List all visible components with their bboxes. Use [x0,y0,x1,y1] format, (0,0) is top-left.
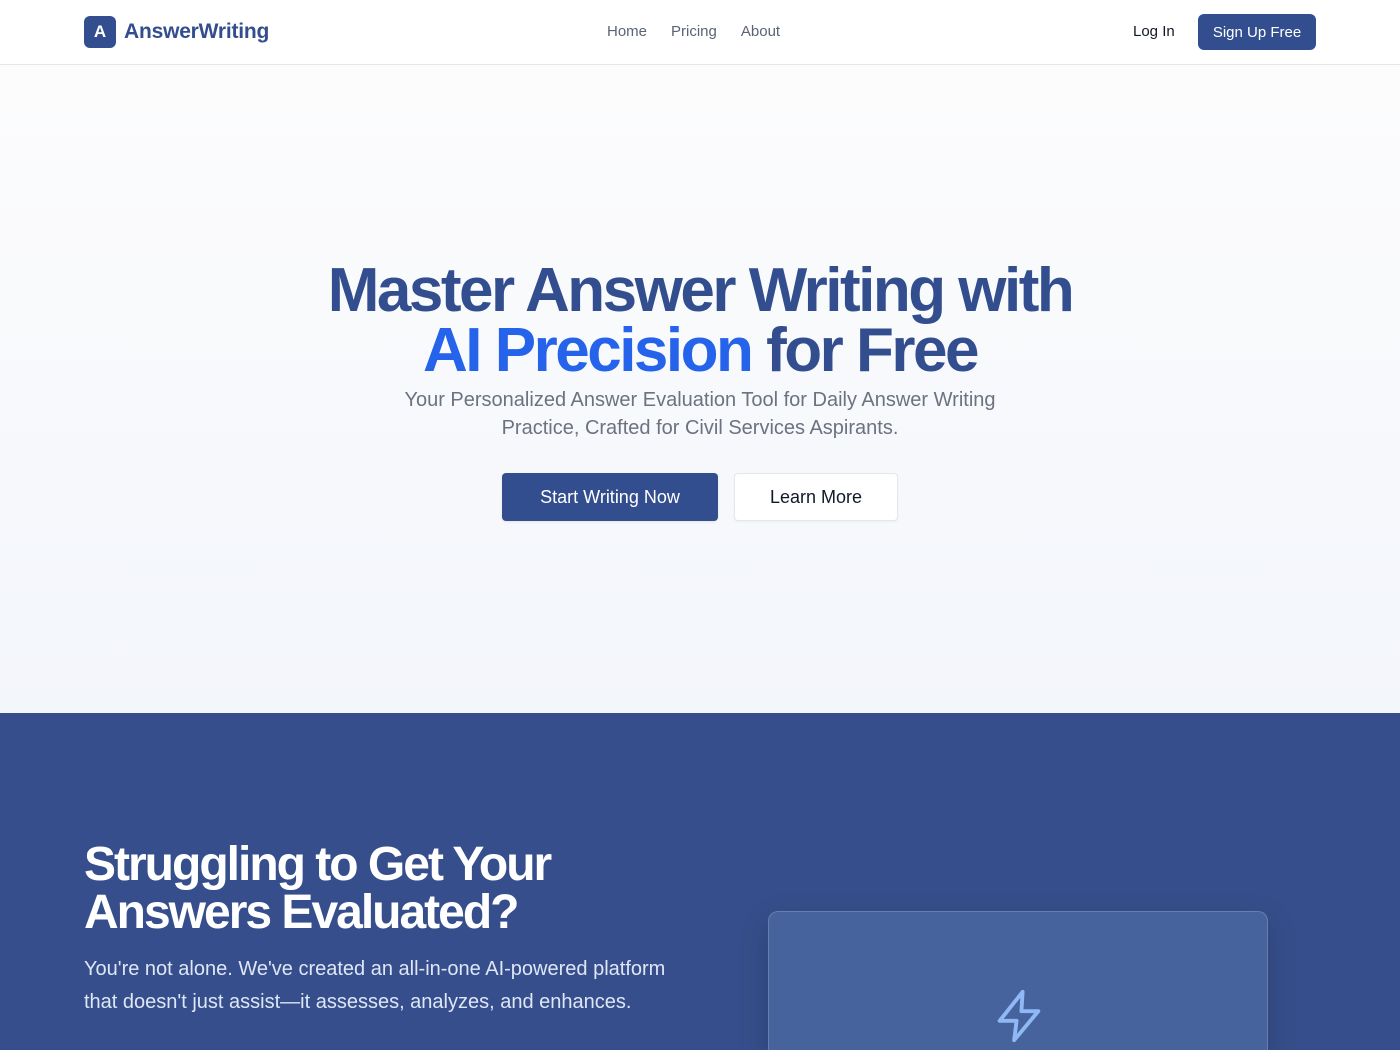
nav-link-pricing[interactable]: Pricing [671,22,717,42]
hero-title-line1: Master Answer Writing with [327,256,1075,325]
main-nav: Home Pricing About [607,22,780,42]
lightning-bolt-icon [997,989,1041,1043]
nav-link-home[interactable]: Home [607,22,647,42]
problem-section: Struggling to Get Your Answers Evaluated… [0,713,1400,1050]
nav-link-about[interactable]: About [741,22,780,42]
brand-logo[interactable]: A AnswerWriting [84,16,269,48]
hero-section: Master Answer Writing with AI Precision … [0,65,1400,713]
learn-more-button[interactable]: Learn More [734,473,898,521]
problem-description: You're not alone. We've created an all-i… [84,958,666,1013]
hero-title: Master Answer Writing with AI Precision … [0,260,1400,382]
logo-mark: A [84,16,116,48]
signup-button[interactable]: Sign Up Free [1198,14,1316,50]
feature-card [768,911,1268,1050]
problem-title: Struggling to Get Your Answers Evaluated… [84,838,552,939]
site-header: A AnswerWriting Home Pricing About Log I… [0,0,1400,65]
start-writing-button[interactable]: Start Writing Now [502,473,718,521]
login-link[interactable]: Log In [1133,22,1175,42]
hero-subtitle: Your Personalized Answer Evaluation Tool… [404,389,996,439]
hero-title-accent: AI Precision [423,316,754,385]
brand-name: AnswerWriting [124,20,270,43]
hero-title-line2: for Free [766,316,979,385]
